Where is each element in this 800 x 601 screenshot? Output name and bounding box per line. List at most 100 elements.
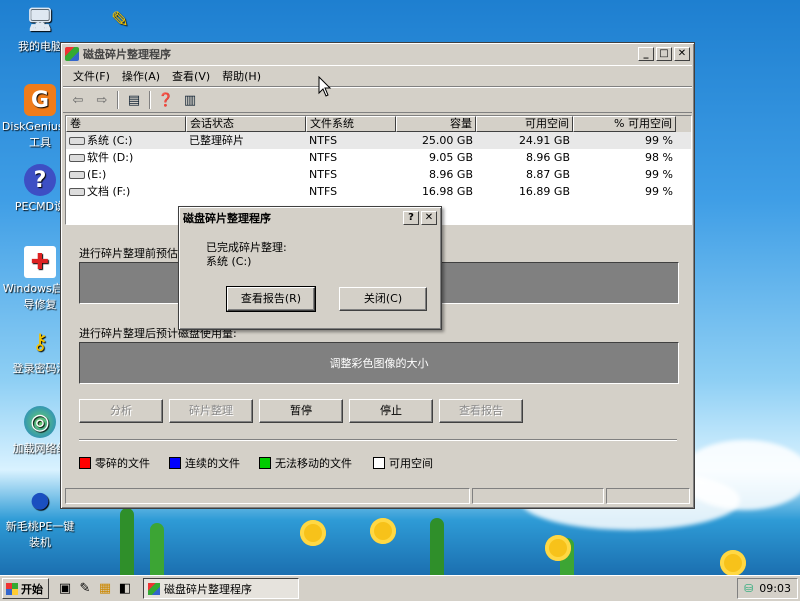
toolbar-separator xyxy=(149,91,151,109)
quicklaunch-folder-icon[interactable]: ▦ xyxy=(97,581,113,597)
defrag-button[interactable]: 碎片整理 xyxy=(169,399,253,423)
status-bar xyxy=(65,488,690,504)
view-report-button[interactable]: 查看报告 xyxy=(439,399,523,423)
grass xyxy=(150,523,164,578)
volume-name: 系统 (C:) xyxy=(87,134,133,147)
legend-label: 可用空间 xyxy=(389,457,433,470)
taskbar-window-title: 磁盘碎片整理程序 xyxy=(164,582,252,596)
flower xyxy=(545,535,571,561)
resize-hint: 调整彩色图像的大小 xyxy=(329,357,429,370)
contiguous-swatch xyxy=(169,457,181,469)
status-pane xyxy=(65,488,471,504)
free-space-swatch xyxy=(373,457,385,469)
volume-capacity: 9.05 GB xyxy=(428,151,473,164)
taskbar-window-button[interactable]: 磁盘碎片整理程序 xyxy=(143,578,299,599)
drive-icon xyxy=(69,154,85,162)
menu-bar: 文件(F) 操作(A) 查看(V) 帮助(H) xyxy=(63,65,692,87)
volume-percent: 99 % xyxy=(645,185,673,198)
grass xyxy=(120,508,134,578)
stop-button[interactable]: 停止 xyxy=(349,399,433,423)
column-header-volume[interactable]: 卷 xyxy=(66,116,186,132)
computer-icon: 🖥 xyxy=(26,7,54,33)
network-icon: ◎ xyxy=(24,406,56,438)
column-header-free-space[interactable]: 可用空间 xyxy=(476,116,573,132)
dialog-volume: 系统 (C:) xyxy=(206,255,252,268)
drive-icon xyxy=(69,188,85,196)
legend-item: 零碎的文件 xyxy=(79,455,150,471)
quicklaunch-disk-icon[interactable]: ◧ xyxy=(117,581,133,597)
dialog-close-button[interactable]: ✕ xyxy=(421,211,437,225)
menu-action[interactable]: 操作(A) xyxy=(116,68,166,84)
dialog-title: 磁盘碎片整理程序 xyxy=(183,212,271,225)
column-header-capacity[interactable]: 容量 xyxy=(396,116,476,132)
volume-filesystem: NTFS xyxy=(309,151,338,164)
volume-percent: 98 % xyxy=(645,151,673,164)
volume-name: (E:) xyxy=(87,168,107,181)
pause-button[interactable]: 暂停 xyxy=(259,399,343,423)
volume-row[interactable]: 系统 (C:) 已整理碎片 NTFS 25.00 GB 24.91 GB 99 … xyxy=(66,132,691,149)
legend-label: 零碎的文件 xyxy=(95,457,150,470)
maximize-button[interactable]: □ xyxy=(656,47,672,61)
legend-item: 无法移动的文件 xyxy=(259,455,352,471)
status-pane xyxy=(472,488,604,504)
volume-free: 24.91 GB xyxy=(518,134,570,147)
mouse-cursor-icon xyxy=(318,76,332,97)
minimize-button[interactable]: _ xyxy=(638,47,654,61)
title-bar[interactable]: 磁盘碎片整理程序 _ □ ✕ xyxy=(63,45,692,63)
volume-free: 16.89 GB xyxy=(518,185,570,198)
volume-row[interactable]: 软件 (D:) NTFS 9.05 GB 8.96 GB 98 % xyxy=(66,149,691,166)
menu-view[interactable]: 查看(V) xyxy=(166,68,216,84)
forward-arrow-icon[interactable]: ⇨ xyxy=(93,92,111,108)
dialog-help-button[interactable]: ? xyxy=(403,211,419,225)
volume-status xyxy=(186,183,306,200)
dialog-close-action-button[interactable]: 关闭(C) xyxy=(339,287,427,311)
legend-label: 连续的文件 xyxy=(185,457,240,470)
status-pane xyxy=(605,488,690,504)
menu-help[interactable]: 帮助(H) xyxy=(216,68,267,84)
properties-icon[interactable]: ▥ xyxy=(181,92,199,108)
volume-row[interactable]: 文档 (F:) NTFS 16.98 GB 16.89 GB 99 % xyxy=(66,183,691,200)
dialog-title-bar[interactable]: 磁盘碎片整理程序 ? ✕ xyxy=(181,209,439,227)
volume-free: 8.87 GB xyxy=(525,168,570,181)
key-icon: ⚷ xyxy=(31,329,49,355)
defrag-task-icon xyxy=(148,582,160,595)
column-header-filesystem[interactable]: 文件系统 xyxy=(306,116,396,132)
quicklaunch-tool-icon[interactable]: ✎ xyxy=(77,581,93,597)
menu-file[interactable]: 文件(F) xyxy=(67,68,116,84)
help-icon[interactable]: ❓ xyxy=(157,92,175,108)
desktop-icon-partial[interactable]: ✎ xyxy=(100,4,140,38)
quicklaunch-app-icon[interactable]: ▣ xyxy=(57,581,73,597)
tool-icon: ✎ xyxy=(110,7,130,33)
volume-capacity: 25.00 GB xyxy=(421,134,473,147)
volume-percent: 99 % xyxy=(645,134,673,147)
back-arrow-icon[interactable]: ⇦ xyxy=(69,92,87,108)
grass xyxy=(430,518,444,578)
legend-item: 连续的文件 xyxy=(169,455,240,471)
volume-status xyxy=(186,149,306,166)
volume-capacity: 16.98 GB xyxy=(421,185,473,198)
flower xyxy=(370,518,396,544)
fragmented-swatch xyxy=(79,457,91,469)
flower xyxy=(720,550,746,576)
clock[interactable]: 09:03 xyxy=(759,582,791,595)
view-report-dialog-button[interactable]: 查看报告(R) xyxy=(226,286,316,312)
tray-icon[interactable]: ⛁ xyxy=(744,582,753,595)
analyze-button[interactable]: 分析 xyxy=(79,399,163,423)
start-label: 开始 xyxy=(21,582,43,596)
taskbar: 开始 ▣ ✎ ▦ ◧ 磁盘碎片整理程序 ⛁ 09:03 xyxy=(0,575,800,601)
column-header-percent-free[interactable]: % 可用空间 xyxy=(573,116,676,132)
volume-status: 已整理碎片 xyxy=(189,134,244,147)
console-tree-icon[interactable]: ▤ xyxy=(125,92,143,108)
system-tray: ⛁ 09:03 xyxy=(737,578,798,599)
volume-free: 8.96 GB xyxy=(525,151,570,164)
start-button[interactable]: 开始 xyxy=(2,578,49,599)
volume-status xyxy=(186,166,306,183)
volume-row[interactable]: (E:) NTFS 8.96 GB 8.87 GB 99 % xyxy=(66,166,691,183)
drive-icon xyxy=(69,171,85,179)
defrag-app-icon xyxy=(65,47,79,61)
column-header-status[interactable]: 会话状态 xyxy=(186,116,306,132)
close-button[interactable]: ✕ xyxy=(674,47,690,61)
quick-launch: ▣ ✎ ▦ ◧ xyxy=(57,581,133,597)
divider xyxy=(79,439,677,441)
legend-item: 可用空间 xyxy=(373,455,433,471)
